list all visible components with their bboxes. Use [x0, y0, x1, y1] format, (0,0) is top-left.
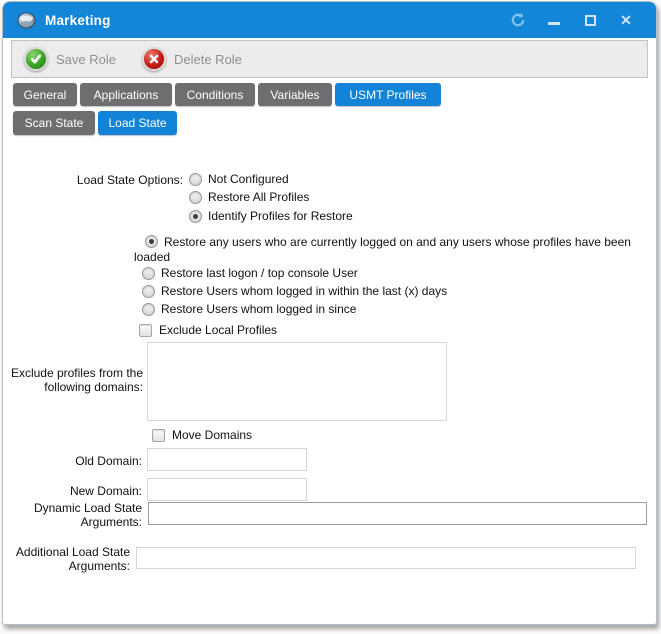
new-domain-label: New Domain: [3, 484, 142, 498]
radio-icon [145, 235, 158, 248]
tab-conditions[interactable]: Conditions [175, 83, 255, 106]
window-controls: ✕ [510, 12, 642, 28]
radio-icon [189, 173, 202, 186]
radio-icon [142, 267, 155, 280]
marketing-role-window: Marketing ✕ Save Role Delete Role [2, 1, 657, 625]
old-domain-label: Old Domain: [3, 454, 142, 468]
exclude-domains-textarea[interactable] [147, 342, 447, 421]
tab-general[interactable]: General [13, 83, 77, 106]
exclude-domains-label: Exclude profiles from the following doma… [3, 366, 143, 394]
close-icon[interactable]: ✕ [618, 12, 634, 28]
new-domain-input[interactable] [147, 478, 307, 501]
delete-role-label: Delete Role [174, 52, 242, 67]
tab-usmt-profiles[interactable]: USMT Profiles [335, 83, 441, 106]
radio-restore-all-profiles[interactable]: Restore All Profiles [189, 189, 309, 205]
role-app-icon [17, 12, 36, 29]
checkbox-icon [139, 324, 152, 337]
additional-load-state-arguments-input[interactable] [136, 547, 636, 569]
tab-applications[interactable]: Applications [80, 83, 172, 106]
radio-icon [142, 285, 155, 298]
radio-restore-last-x-days[interactable]: Restore Users whom logged in within the … [142, 283, 447, 299]
save-check-icon [24, 47, 48, 71]
tab-scan-state[interactable]: Scan State [13, 111, 95, 135]
exclude-local-profiles-checkbox[interactable]: Exclude Local Profiles [139, 322, 277, 338]
delete-role-button[interactable]: Delete Role [142, 47, 242, 71]
minimize-icon[interactable] [546, 12, 562, 28]
title-bar: Marketing ✕ [3, 2, 656, 38]
window-title: Marketing [45, 13, 111, 28]
checkbox-icon [152, 429, 165, 442]
save-role-button[interactable]: Save Role [24, 47, 116, 71]
delete-x-icon [142, 47, 166, 71]
radio-icon [189, 210, 202, 223]
radio-restore-since[interactable]: Restore Users whom logged in since [142, 301, 356, 317]
radio-restore-last-logon[interactable]: Restore last logon / top console User [142, 265, 358, 281]
radio-restore-logged-on-users[interactable]: Restore any users who are currently logg… [134, 235, 661, 265]
dynamic-load-state-arguments-label: Dynamic Load State Arguments: [3, 501, 142, 529]
refresh-icon[interactable] [510, 12, 526, 28]
maximize-icon[interactable] [582, 12, 598, 28]
radio-identify-profiles[interactable]: Identify Profiles for Restore [189, 208, 353, 224]
save-role-label: Save Role [56, 52, 116, 67]
tab-variables[interactable]: Variables [258, 83, 332, 106]
radio-icon [142, 303, 155, 316]
load-state-options-label: Load State Options: [3, 173, 183, 187]
move-domains-checkbox[interactable]: Move Domains [152, 427, 252, 443]
tab-load-state[interactable]: Load State [98, 111, 177, 135]
radio-icon [189, 191, 202, 204]
old-domain-input[interactable] [147, 448, 307, 471]
additional-load-state-arguments-label: Additional Load State Arguments: [3, 545, 130, 573]
dynamic-load-state-arguments-input[interactable] [148, 502, 647, 525]
radio-not-configured[interactable]: Not Configured [189, 171, 289, 187]
toolbar: Save Role Delete Role [11, 40, 648, 78]
